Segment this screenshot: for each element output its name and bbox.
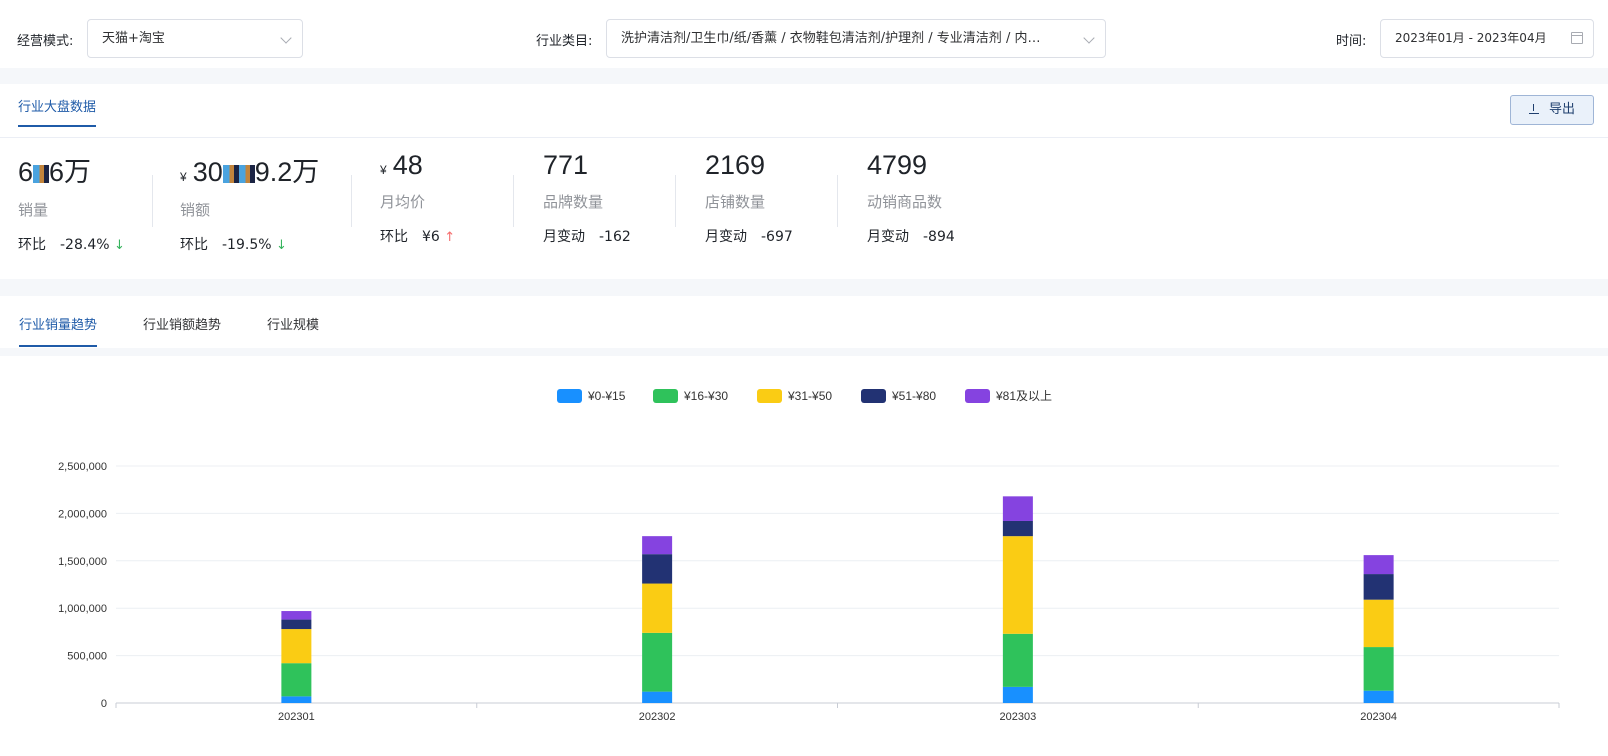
legend-label: ¥81及以上 <box>995 389 1052 403</box>
x-tick-label: 202304 <box>1360 711 1397 723</box>
kpi-change: 环比 ¥6 ↑ <box>380 229 456 245</box>
kpi-change: 月变动 -894 <box>867 229 955 245</box>
tab-industry-scale[interactable]: 行业规模 <box>267 314 319 345</box>
divider <box>351 175 352 227</box>
kpi-value: 771 <box>543 150 589 180</box>
kpi-label: 销额 <box>180 201 211 219</box>
kpi-value: 6 6万 <box>18 157 92 187</box>
kpi-store-count: 2169 店铺数量 月变动 -697 <box>705 150 793 250</box>
arrow-down-icon: ↓ <box>275 238 287 253</box>
legend-label: ¥16-¥30 <box>683 389 728 403</box>
legend-swatch <box>965 389 990 403</box>
date-range-picker[interactable]: 2023年01月 - 2023年04月 <box>1380 19 1594 58</box>
bar-segment <box>642 691 673 703</box>
bar-segment <box>642 583 673 633</box>
x-tick-label: 202303 <box>1000 711 1037 723</box>
divider <box>837 175 838 227</box>
bar-segment <box>1002 536 1033 634</box>
kpi-change: 月变动 -697 <box>705 229 793 245</box>
y-tick-label: 0 <box>101 698 107 710</box>
kpi-change: 环比 -28.4% ↓ <box>18 237 125 253</box>
date-range-value: 2023年01月 - 2023年04月 <box>1395 31 1547 45</box>
kpi-value: 2169 <box>705 150 766 180</box>
legend-swatch <box>757 389 782 403</box>
kpi-sales-volume: 6 6万 销量 环比 -28.4% ↓ <box>18 150 125 253</box>
masked-digits <box>33 165 50 183</box>
kpi-label: 销量 <box>18 201 49 219</box>
divider <box>513 175 514 227</box>
y-tick-label: 1,000,000 <box>58 603 107 615</box>
y-tick-label: 500,000 <box>67 651 107 663</box>
filter-bar: 经营模式: 天猫+淘宝 行业类目: 洗护清洁剂/卫生巾/纸/香薰 / 衣物鞋包清… <box>0 0 1608 68</box>
time-label: 时间: <box>1336 34 1367 49</box>
bar-segment <box>1363 555 1394 575</box>
bar-segment <box>281 696 312 703</box>
trend-tabs: 行业销量趋势 行业销额趋势 行业规模 <box>0 296 1608 348</box>
bar-segment <box>1002 520 1033 537</box>
bar-segment <box>281 619 312 630</box>
category-select-value: 洗护清洁剂/卫生巾/纸/香薰 / 衣物鞋包清洁剂/护理剂 / 专业清洁剂 / 内… <box>621 31 1041 46</box>
y-tick-label: 1,500,000 <box>58 556 107 568</box>
kpi-active-products: 4799 动销商品数 月变动 -894 <box>867 150 955 250</box>
bar-segment <box>1002 686 1033 703</box>
bar-segment <box>1363 690 1394 703</box>
kpi-label: 月均价 <box>380 193 426 211</box>
category-label: 行业类目: <box>536 34 593 49</box>
chart-panel: 0 500,000 1,000,000 1,500,000 2,000,000 2,500… <box>0 356 1608 756</box>
kpi-value: ¥48 <box>380 150 423 180</box>
mode-select[interactable]: 天猫+淘宝 <box>87 19 303 58</box>
category-select[interactable]: 洗护清洁剂/卫生巾/纸/香薰 / 衣物鞋包清洁剂/护理剂 / 专业清洁剂 / 内… <box>606 19 1106 58</box>
bar-segment <box>281 629 312 664</box>
legend-label: ¥0-¥15 <box>587 389 626 403</box>
x-tick-label: 202302 <box>639 711 676 723</box>
bar-segment <box>281 663 312 697</box>
export-button[interactable]: 导出 <box>1510 95 1594 125</box>
masked-digits <box>222 165 239 183</box>
kpi-value: ¥30 9.2万 <box>180 157 320 187</box>
bar-segment <box>642 536 673 555</box>
y-tick-label: 2,500,000 <box>58 461 107 473</box>
tab-sales-volume-trend[interactable]: 行业销量趋势 <box>19 314 98 347</box>
download-icon <box>1528 104 1539 114</box>
stacked-bar-chart: 0 500,000 1,000,000 1,500,000 2,000,000 2,500… <box>58 389 1560 723</box>
mode-label: 经营模式: <box>17 34 74 49</box>
tab-industry-overview[interactable]: 行业大盘数据 <box>18 96 97 127</box>
divider <box>152 175 153 227</box>
masked-digits <box>238 165 255 183</box>
bar-segment <box>1363 599 1394 648</box>
kpi-value: 4799 <box>867 150 928 180</box>
calendar-icon <box>1571 32 1583 44</box>
kpi-label: 店铺数量 <box>705 193 766 211</box>
legend-swatch <box>861 389 886 403</box>
kpi-label: 动销商品数 <box>867 193 943 211</box>
export-label: 导出 <box>1548 102 1575 117</box>
legend-label: ¥51-¥80 <box>891 389 936 403</box>
tab-sales-amount-trend[interactable]: 行业销额趋势 <box>143 314 221 345</box>
kpi-change: 月变动 -162 <box>543 229 631 245</box>
arrow-down-icon: ↓ <box>113 238 125 253</box>
mode-select-value: 天猫+淘宝 <box>102 31 165 46</box>
kpi-brand-count: 771 品牌数量 月变动 -162 <box>543 150 631 250</box>
bar-segment <box>1363 574 1394 600</box>
divider <box>675 175 676 227</box>
kpi-sales-amount: ¥30 9.2万 销额 环比 -19.5% ↓ <box>180 150 320 253</box>
kpi-change: 环比 -19.5% ↓ <box>180 237 287 253</box>
bar-segment <box>281 611 312 620</box>
kpi-label: 品牌数量 <box>543 193 604 211</box>
y-tick-label: 2,000,000 <box>58 508 107 520</box>
divider <box>0 137 1608 138</box>
bar-segment <box>1002 496 1033 521</box>
legend-swatch <box>557 389 582 403</box>
legend-label: ¥31-¥50 <box>787 389 832 403</box>
arrow-up-icon: ↑ <box>444 230 456 245</box>
bar-segment <box>1002 633 1033 687</box>
kpi-avg-price: ¥48 月均价 环比 ¥6 ↑ <box>380 150 455 250</box>
bar-segment <box>642 554 673 584</box>
x-tick-label: 202301 <box>278 711 315 723</box>
bar-segment <box>1363 647 1394 691</box>
legend-swatch <box>653 389 678 403</box>
bar-segment <box>642 632 673 692</box>
